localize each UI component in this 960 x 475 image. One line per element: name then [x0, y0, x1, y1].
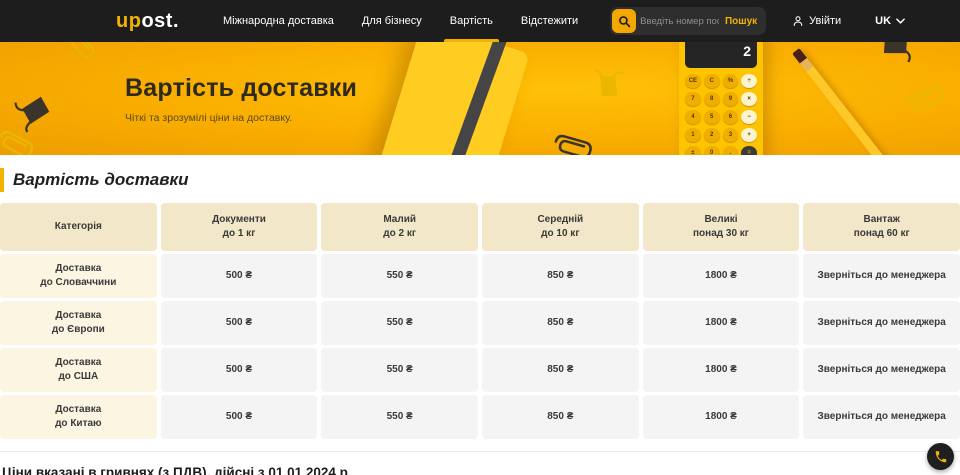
calculator-result: 2: [691, 43, 751, 59]
calculator-key: 3: [723, 128, 739, 142]
table-value-cell: 850 ₴: [482, 348, 639, 392]
calculator-key: 9: [723, 92, 739, 106]
table-category-cell: Доставкадо США: [0, 348, 157, 392]
table-value-cell: 1800 ₴: [643, 301, 800, 345]
calculator-key: .: [723, 146, 739, 155]
table-header-cell: Вантажпонад 60 кг: [803, 203, 960, 251]
table-value-cell: Зверніться до менеджера: [803, 301, 960, 345]
pencil-graphic: [792, 48, 909, 155]
notebook-band: [436, 42, 510, 155]
table-category-cell: Доставкадо Китаю: [0, 395, 157, 439]
table-value-cell: Зверніться до менеджера: [803, 395, 960, 439]
table-header-cell: Середнійдо 10 кг: [482, 203, 639, 251]
table-value-cell: 850 ₴: [482, 301, 639, 345]
calculator-graphic: 1+1 2 CEC%÷789×456−123+±0.=: [679, 42, 763, 155]
calculator-screen: 1+1 2: [685, 42, 757, 68]
calculator-key: =: [741, 146, 757, 155]
notebook-graphic: [378, 42, 530, 155]
calculator-key: 0: [704, 146, 720, 155]
table-value-cell: 1800 ₴: [643, 254, 800, 298]
table-value-cell: 550 ₴: [321, 301, 478, 345]
search-box: Пошук: [610, 7, 766, 35]
calculator-key: 6: [723, 110, 739, 124]
chevron-down-icon: [896, 18, 905, 24]
calculator-key: CE: [685, 74, 701, 88]
search-input[interactable]: [636, 16, 723, 27]
footer: Ціни вказані в гривнях (з ПДВ), дійсні з…: [0, 451, 960, 475]
logo-rest: ost.: [141, 10, 179, 32]
login-button[interactable]: Увійти: [792, 15, 841, 27]
nav-item-active[interactable]: Вартість: [436, 0, 507, 42]
calculator-key: ÷: [741, 74, 757, 88]
calculator-key: C: [704, 74, 720, 88]
pricing-table: КатегоріяДокументидо 1 кгМалийдо 2 кгСер…: [0, 203, 960, 439]
nav-item-link[interactable]: Відстежити: [507, 0, 592, 42]
table-value-cell: 850 ₴: [482, 254, 639, 298]
accent-bar: [0, 168, 4, 192]
nav-item-link[interactable]: Міжнародна доставка: [209, 0, 348, 42]
calculator-key: 1: [685, 128, 701, 142]
table-value-cell: 1800 ₴: [643, 348, 800, 392]
hero-banner: 1+1 2 CEC%÷789×456−123+±0.= Вартість дос…: [0, 42, 960, 155]
calculator-key: −: [741, 110, 757, 124]
hero-subtitle: Чіткі та зрозумілі ціни на доставку.: [125, 112, 357, 124]
table-value-cell: 500 ₴: [161, 254, 318, 298]
pricing-note: Ціни вказані в гривнях (з ПДВ), дійсні з…: [2, 465, 960, 475]
calculator-key: 2: [704, 128, 720, 142]
binder-clip-icon: [876, 42, 920, 66]
login-label: Увійти: [809, 15, 841, 27]
paperclip-icon: [550, 131, 596, 155]
paperclip-icon: [899, 81, 948, 118]
binder-clip-icon: [11, 89, 56, 134]
table-value-cell: 500 ₴: [161, 348, 318, 392]
calculator-key: 8: [704, 92, 720, 106]
table-header-cell: Малийдо 2 кг: [321, 203, 478, 251]
calculator-key: ×: [741, 92, 757, 106]
table-value-cell: 500 ₴: [161, 301, 318, 345]
phone-icon: [934, 450, 948, 464]
table-value-cell: Зверніться до менеджера: [803, 348, 960, 392]
hero-title: Вартість доставки: [125, 74, 357, 103]
top-nav: upost. Міжнародна доставкаДля бізнесуВар…: [0, 0, 960, 42]
table-value-cell: 500 ₴: [161, 395, 318, 439]
calculator-key: +: [741, 128, 757, 142]
nav-menu: Міжнародна доставкаДля бізнесуВартістьВі…: [209, 0, 592, 42]
calculator-key: 5: [704, 110, 720, 124]
main-content: Вартість доставки КатегоріяДокументидо 1…: [0, 168, 960, 439]
table-value-cell: 550 ₴: [321, 254, 478, 298]
calculator-key: ±: [685, 146, 701, 155]
language-label: UK: [875, 15, 891, 27]
logo-accent: up: [116, 10, 141, 32]
table-value-cell: Зверніться до менеджера: [803, 254, 960, 298]
table-value-cell: 550 ₴: [321, 395, 478, 439]
table-value-cell: 850 ₴: [482, 395, 639, 439]
call-fab-button[interactable]: [927, 443, 954, 470]
search-icon: [618, 15, 631, 28]
calculator-key: 7: [685, 92, 701, 106]
binder-clip-icon: [589, 65, 626, 102]
section-title-text: Вартість доставки: [13, 170, 189, 190]
search-submit-button[interactable]: Пошук: [723, 16, 764, 27]
section-title: Вартість доставки: [0, 168, 960, 192]
table-value-cell: 550 ₴: [321, 348, 478, 392]
table-header-cell: Великіпонад 30 кг: [643, 203, 800, 251]
table-category-cell: Доставкадо Словаччини: [0, 254, 157, 298]
calculator-key: %: [723, 74, 739, 88]
calculator-keys: CEC%÷ 789× 456− 123+ ±0.=: [685, 74, 757, 155]
user-icon: [792, 15, 804, 27]
nav-item-link[interactable]: Для бізнесу: [348, 0, 436, 42]
logo[interactable]: upost.: [116, 10, 179, 33]
table-header-cell: Документидо 1 кг: [161, 203, 318, 251]
language-selector[interactable]: UK: [875, 15, 905, 27]
calculator-key: 4: [685, 110, 701, 124]
paperclip-icon: [63, 42, 98, 63]
table-category-cell: Доставкадо Європи: [0, 301, 157, 345]
search-icon-button[interactable]: [612, 9, 636, 33]
table-value-cell: 1800 ₴: [643, 395, 800, 439]
table-header-cell: Категорія: [0, 203, 157, 251]
